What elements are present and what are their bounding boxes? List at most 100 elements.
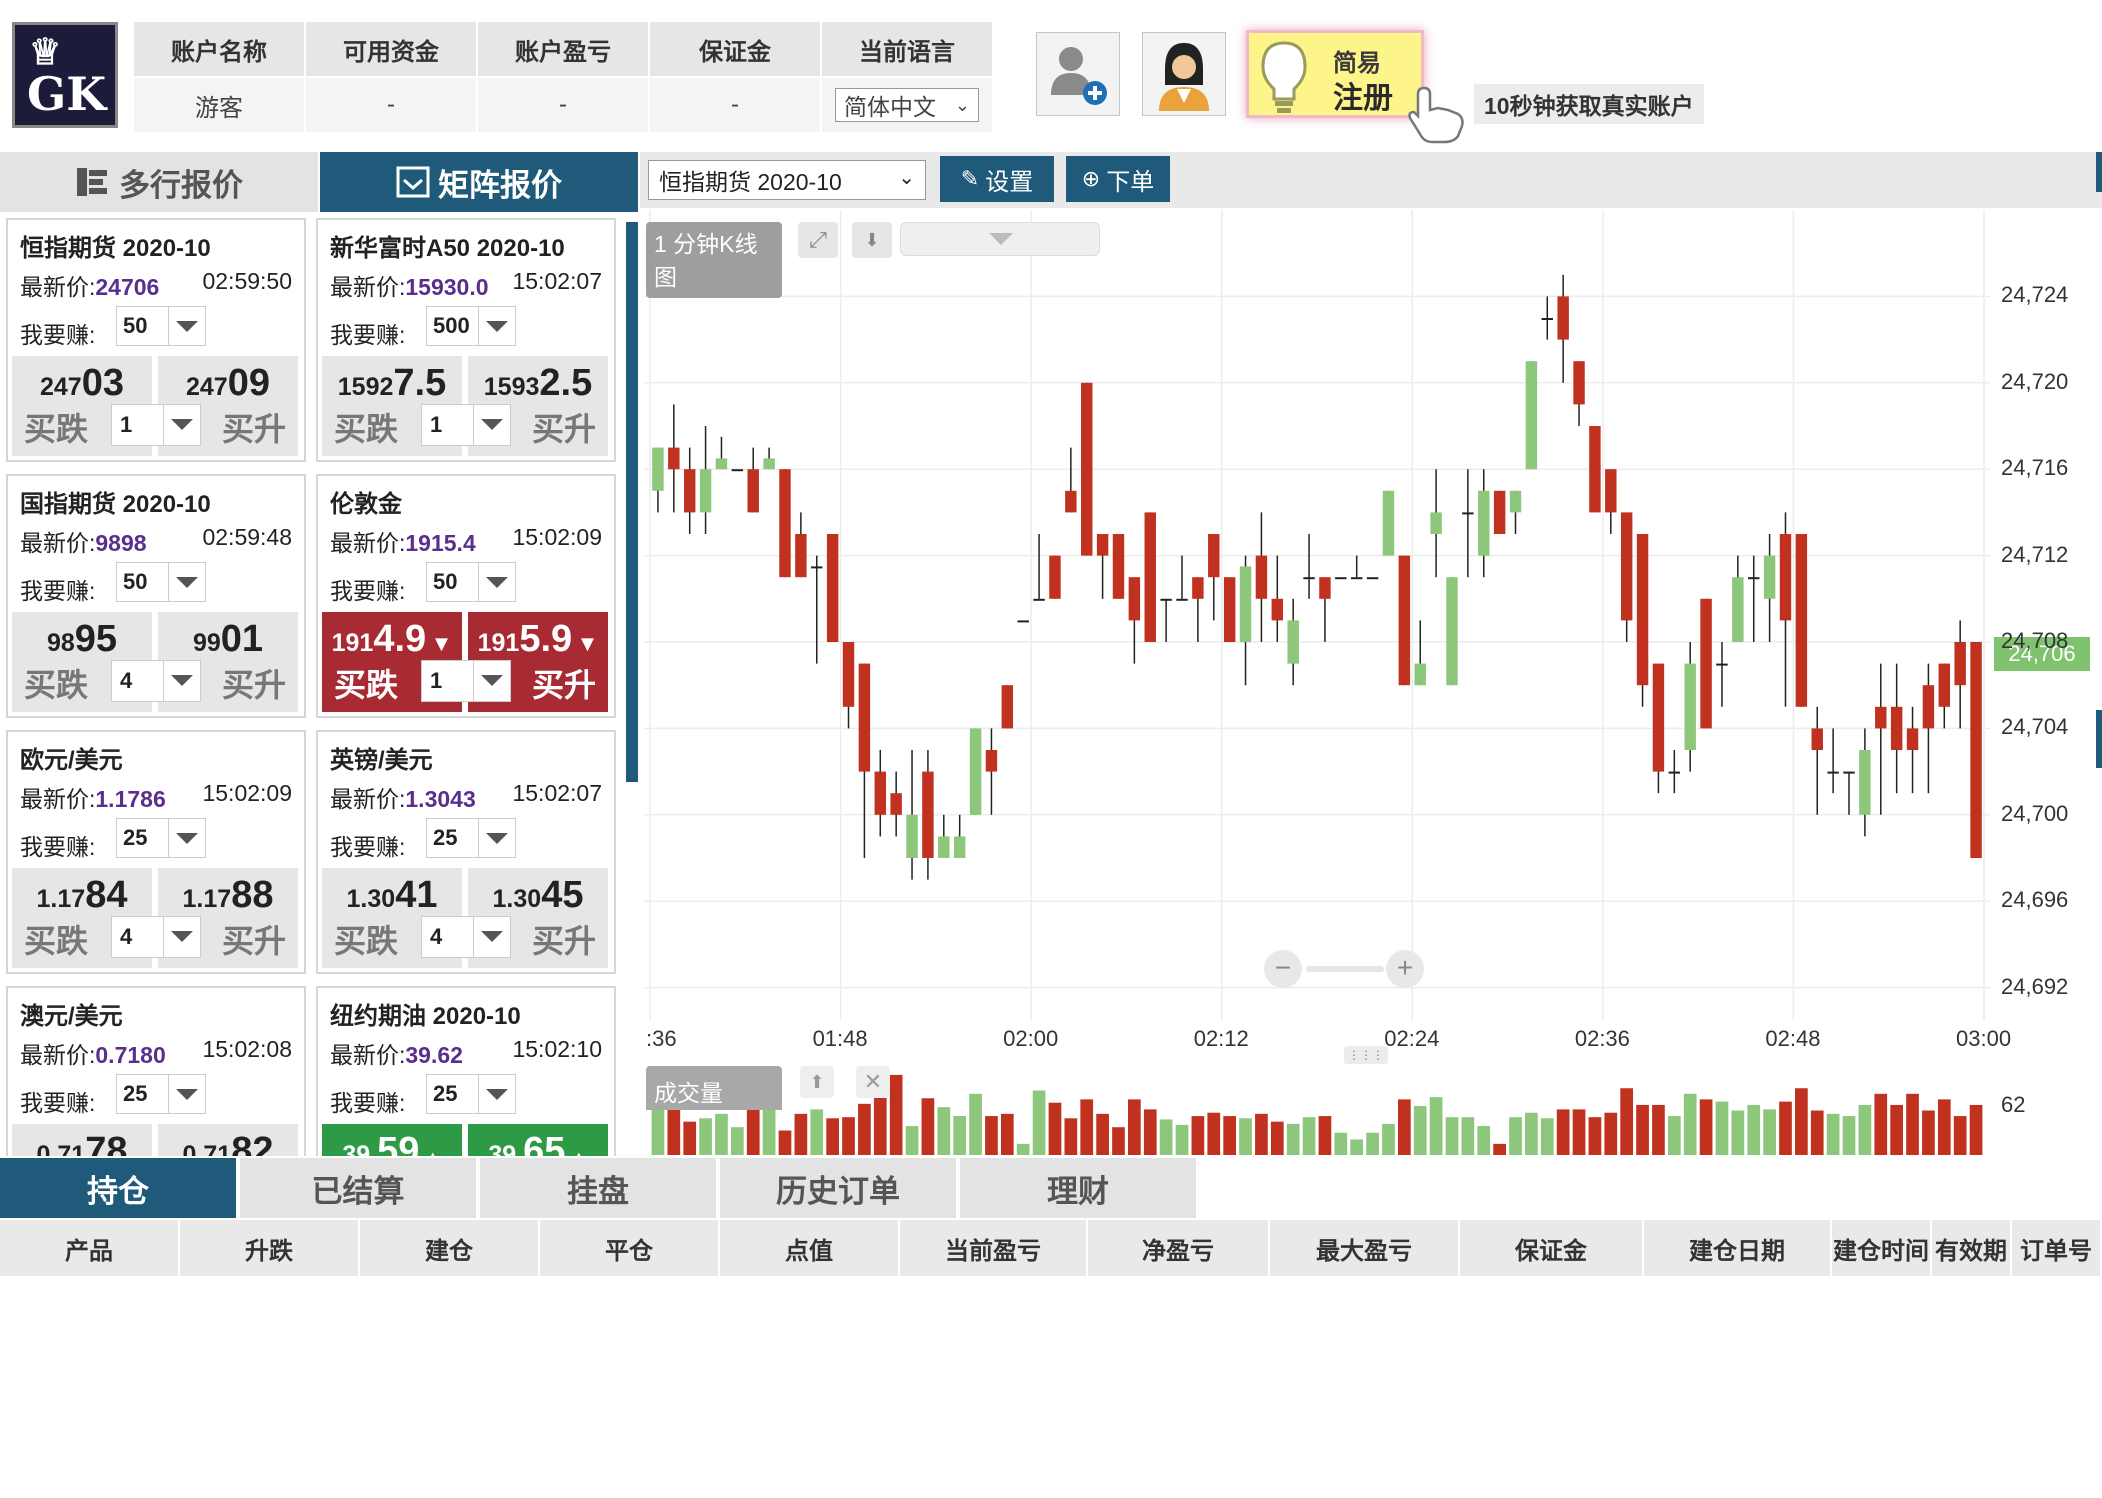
buy-label: 买升 bbox=[531, 923, 596, 959]
pane-resize-handle[interactable]: ⋮⋮⋮ bbox=[1344, 1046, 1388, 1064]
sell-price-big: 95 bbox=[74, 618, 118, 660]
quote-card[interactable]: 英镑/美元 最新价:1.3043 15:02:07 我要赚: 25 1.3041 买跌 1.3… bbox=[316, 730, 616, 974]
quantity-select[interactable]: 1 bbox=[421, 404, 511, 446]
chart-type-label[interactable]: 1 分钟K线图 bbox=[646, 222, 782, 298]
brand-logo: ♕ GK bbox=[12, 22, 118, 128]
symbol-select[interactable]: 恒指期货 2020-10 ⌄ bbox=[648, 160, 926, 200]
quantity-select[interactable]: 1 bbox=[421, 660, 511, 702]
earn-select[interactable]: 25 bbox=[116, 818, 206, 858]
tab-multi-quotes[interactable]: 多行报价 bbox=[0, 152, 318, 212]
earn-select[interactable]: 50 bbox=[116, 562, 206, 602]
sell-price-button[interactable]: 0.7178 bbox=[12, 1124, 152, 1156]
candle-body bbox=[969, 728, 982, 815]
candle-body bbox=[731, 469, 744, 472]
add-user-button[interactable] bbox=[1036, 32, 1120, 116]
quick-register-button[interactable]: 简易 注册 bbox=[1246, 30, 1424, 118]
tab-matrix-quotes[interactable]: 矩阵报价 bbox=[320, 152, 638, 212]
sell-price-prefix: 191 bbox=[331, 629, 374, 657]
buy-price-button[interactable]: 39.65 ▲ bbox=[468, 1124, 608, 1156]
close-icon[interactable]: ✕ bbox=[856, 1066, 890, 1098]
quote-card[interactable]: 澳元/美元 最新价:0.7180 15:02:08 我要赚: 25 0.7178 0.718… bbox=[6, 986, 306, 1156]
tab-pending[interactable]: 挂盘 bbox=[480, 1158, 716, 1218]
download-icon[interactable]: ⬇ bbox=[852, 222, 892, 258]
col-validity[interactable]: 有效期 bbox=[1932, 1220, 2012, 1276]
earn-dropdown[interactable] bbox=[168, 307, 205, 345]
sell-price-big: 4.9 bbox=[373, 618, 427, 660]
place-order-button[interactable]: ⊕ 下单 bbox=[1066, 156, 1170, 202]
quote-card[interactable]: 伦敦金 最新价:1915.4 15:02:09 我要赚: 50 1914.9 ▼ 买跌 191… bbox=[316, 474, 616, 718]
earn-dropdown[interactable] bbox=[478, 1075, 515, 1113]
fullscreen-icon[interactable]: ⤢ bbox=[798, 222, 838, 258]
earn-select[interactable]: 25 bbox=[426, 818, 516, 858]
col-product[interactable]: 产品 bbox=[0, 1220, 180, 1276]
zoom-slider[interactable] bbox=[1306, 966, 1384, 972]
quantity-select[interactable]: 4 bbox=[111, 916, 201, 958]
earn-select[interactable]: 500 bbox=[426, 306, 516, 346]
tab-history-orders[interactable]: 历史订单 bbox=[720, 1158, 956, 1218]
col-direction[interactable]: 升跌 bbox=[180, 1220, 360, 1276]
earn-dropdown[interactable] bbox=[168, 1075, 205, 1113]
chevron-down-icon bbox=[486, 321, 508, 332]
candle-body bbox=[1192, 577, 1204, 599]
customer-service-button[interactable] bbox=[1142, 32, 1226, 116]
col-close[interactable]: 平仓 bbox=[540, 1220, 720, 1276]
earn-dropdown[interactable] bbox=[478, 307, 515, 345]
candlestick-chart[interactable] bbox=[644, 210, 2008, 1155]
col-open-date[interactable]: 建仓日期 bbox=[1644, 1220, 1832, 1276]
quantity-select[interactable]: 4 bbox=[111, 660, 201, 702]
quote-card[interactable]: 国指期货 2020-10 最新价:9898 02:59:48 我要赚: 50 9895 买跌… bbox=[6, 474, 306, 718]
volume-bar bbox=[1667, 1116, 1681, 1155]
quote-card[interactable]: 新华富时A50 2020-10 最新价:15930.0 15:02:07 我要赚: 50… bbox=[316, 218, 616, 462]
earn-select[interactable]: 25 bbox=[116, 1074, 206, 1114]
candle-body bbox=[858, 663, 871, 772]
earn-select[interactable]: 50 bbox=[426, 562, 516, 602]
earn-dropdown[interactable] bbox=[478, 819, 515, 857]
col-point-value[interactable]: 点值 bbox=[720, 1220, 900, 1276]
candle-body bbox=[1223, 577, 1236, 642]
candle-body bbox=[668, 447, 680, 470]
volume-bar bbox=[969, 1093, 982, 1155]
earn-dropdown[interactable] bbox=[168, 819, 205, 857]
quantity-dropdown[interactable] bbox=[473, 917, 510, 957]
quantity-dropdown[interactable] bbox=[163, 405, 200, 445]
sell-price-prefix: 98 bbox=[46, 629, 75, 657]
quantity-dropdown[interactable] bbox=[473, 661, 510, 701]
col-current-pnl[interactable]: 当前盈亏 bbox=[900, 1220, 1088, 1276]
col-open[interactable]: 建仓 bbox=[360, 1220, 540, 1276]
quantity-select[interactable]: 1 bbox=[111, 404, 201, 446]
move-up-icon[interactable]: ⬆ bbox=[800, 1066, 834, 1098]
buy-label: 买升 bbox=[221, 411, 286, 447]
buy-price-prefix: 0.71 bbox=[182, 1141, 232, 1156]
settings-button[interactable]: ✎ 设置 bbox=[940, 156, 1054, 202]
chart-options-dropdown[interactable] bbox=[900, 222, 1100, 256]
quantity-dropdown[interactable] bbox=[473, 405, 510, 445]
quantity-select[interactable]: 4 bbox=[421, 916, 511, 958]
earn-dropdown[interactable] bbox=[478, 563, 515, 601]
right-edge-handle[interactable] bbox=[2096, 710, 2102, 768]
buy-price-prefix: 191 bbox=[477, 629, 520, 657]
col-open-time[interactable]: 建仓时间 bbox=[1832, 1220, 1932, 1276]
language-select[interactable]: 简体中文 ⌄ bbox=[835, 88, 979, 122]
quantity-dropdown[interactable] bbox=[163, 917, 200, 957]
col-margin[interactable]: 保证金 bbox=[1460, 1220, 1644, 1276]
earn-select[interactable]: 50 bbox=[116, 306, 206, 346]
earn-select[interactable]: 25 bbox=[426, 1074, 516, 1114]
buy-price-button[interactable]: 0.7182 bbox=[158, 1124, 298, 1156]
candle-body bbox=[1462, 512, 1474, 515]
zoom-in-icon[interactable]: + bbox=[1386, 950, 1424, 988]
tab-wealth[interactable]: 理财 bbox=[960, 1158, 1196, 1218]
col-net-pnl[interactable]: 净盈亏 bbox=[1088, 1220, 1270, 1276]
tab-settled[interactable]: 已结算 bbox=[240, 1158, 476, 1218]
quote-card[interactable]: 恒指期货 2020-10 最新价:24706 02:59:50 我要赚: 50 24703… bbox=[6, 218, 306, 462]
quantity-dropdown[interactable] bbox=[163, 661, 200, 701]
buy-price-prefix: 99 bbox=[192, 629, 221, 657]
sell-price-button[interactable]: 39.59 ▲ bbox=[322, 1124, 462, 1156]
quote-card[interactable]: 纽约期油 2020-10 最新价:39.62 15:02:10 我要赚: 25 39.59… bbox=[316, 986, 616, 1156]
tab-positions[interactable]: 持仓 bbox=[0, 1158, 236, 1218]
col-order-number[interactable]: 订单号 bbox=[2012, 1220, 2102, 1276]
earn-dropdown[interactable] bbox=[168, 563, 205, 601]
zoom-out-icon[interactable]: − bbox=[1264, 950, 1302, 988]
col-max-pnl[interactable]: 最大盈亏 bbox=[1270, 1220, 1460, 1276]
quote-card[interactable]: 欧元/美元 最新价:1.1786 15:02:09 我要赚: 25 1.1784 买跌 1.1… bbox=[6, 730, 306, 974]
quotes-scrollbar[interactable] bbox=[626, 222, 638, 782]
